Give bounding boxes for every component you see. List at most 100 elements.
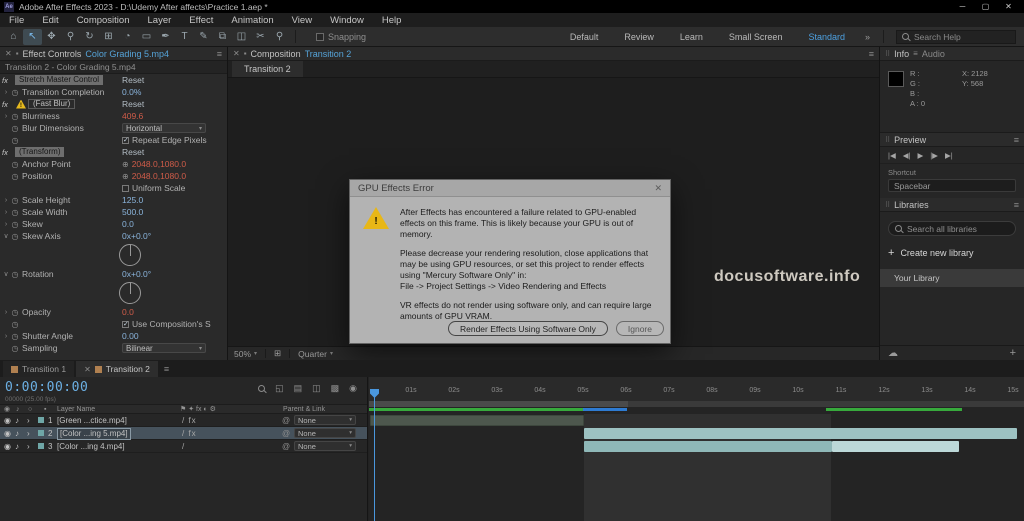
layer-name[interactable]: [Color ...ing 4.mp4] xyxy=(57,440,125,453)
reset-button[interactable]: Reset xyxy=(122,75,144,85)
pan-camera-tool[interactable]: ⊞ xyxy=(99,29,118,45)
pen-tool[interactable]: ✒ xyxy=(156,29,175,45)
zoom-dropdown[interactable]: 50% ▾ xyxy=(234,349,257,359)
close-icon[interactable]: ✕ xyxy=(84,365,91,374)
resolution-dropdown[interactable]: Quarter ▾ xyxy=(298,349,333,359)
workspace-small-screen[interactable]: Small Screen xyxy=(716,32,796,42)
stopwatch-icon[interactable]: ◷ xyxy=(10,308,20,317)
current-time-display[interactable]: 0:00:00:00 xyxy=(5,380,88,395)
dolly-camera-tool[interactable]: ◔ xyxy=(118,29,137,45)
twirl-icon[interactable]: › xyxy=(27,427,30,440)
menu-item-effect[interactable]: Effect xyxy=(180,15,222,26)
panel-close-icon[interactable]: ✕ xyxy=(5,49,12,58)
property-dropdown[interactable]: Bilinear ▾ xyxy=(122,343,206,353)
last-frame-button[interactable]: ▶| xyxy=(945,151,953,160)
property-value[interactable]: 0.00 xyxy=(122,331,139,341)
maximize-button[interactable]: ▢ xyxy=(974,2,997,11)
orbit-camera-tool[interactable]: ↻ xyxy=(80,29,99,45)
timeline-search-icon[interactable] xyxy=(258,385,266,392)
frame-blending-icon[interactable]: ▩ xyxy=(331,383,340,394)
eye-icon[interactable]: ◉ xyxy=(4,414,11,427)
menu-item-animation[interactable]: Animation xyxy=(222,15,282,26)
property-dropdown[interactable]: Horizontal ▾ xyxy=(122,123,206,133)
property-value[interactable]: 409.6 xyxy=(122,111,143,121)
menu-item-file[interactable]: File xyxy=(0,15,33,26)
twirl-icon[interactable]: › xyxy=(2,333,10,340)
work-area-segment[interactable] xyxy=(369,401,628,407)
workspace-overflow-icon[interactable]: » xyxy=(858,32,877,42)
panel-menu-icon[interactable]: ≡ xyxy=(164,364,169,374)
hand-tool[interactable]: ✥ xyxy=(42,29,61,45)
dialog-close-icon[interactable]: ✕ xyxy=(654,183,662,194)
twirl-icon[interactable]: › xyxy=(2,89,10,96)
panel-menu-icon[interactable]: ≡ xyxy=(869,49,874,59)
first-frame-button[interactable]: |◀ xyxy=(888,151,896,160)
stopwatch-icon[interactable]: ◷ xyxy=(10,172,20,181)
home-tool[interactable]: ⌂ xyxy=(4,29,23,45)
twirl-icon[interactable]: › xyxy=(2,209,10,216)
layer-color-label[interactable] xyxy=(38,417,44,423)
parent-link-dropdown[interactable]: None ▾ xyxy=(294,415,356,425)
zoom-tool[interactable]: ⚲ xyxy=(61,29,80,45)
menu-item-help[interactable]: Help xyxy=(373,15,411,26)
eraser-tool[interactable]: ◫ xyxy=(232,29,251,45)
twirl-icon[interactable]: › xyxy=(2,221,10,228)
checkbox[interactable]: ✓ xyxy=(122,320,129,328)
layer-row-2[interactable]: ◉ ♪ › 2 [Color ...ing 5.mp4] / fx @ None ▾ xyxy=(0,427,367,440)
playhead-line[interactable] xyxy=(374,389,375,521)
stopwatch-icon[interactable]: ◷ xyxy=(10,220,20,229)
property-value[interactable]: 2048.0,1080.0 xyxy=(132,159,186,169)
layer-bar-1[interactable] xyxy=(370,415,584,426)
layer-name[interactable]: [Color ...ing 5.mp4] xyxy=(57,428,131,440)
pickwhip-icon[interactable]: @ xyxy=(282,414,290,427)
minimize-button[interactable]: ─ xyxy=(951,2,974,11)
shy-layers-icon[interactable]: ◫ xyxy=(312,383,321,394)
layer-color-label[interactable] xyxy=(38,430,44,436)
work-area-bar[interactable] xyxy=(369,401,1024,407)
stopwatch-icon[interactable]: ◷ xyxy=(10,270,20,279)
audio-icon[interactable]: ♪ xyxy=(15,414,19,427)
menu-item-view[interactable]: View xyxy=(283,15,321,26)
motion-blur-icon[interactable]: ◉ xyxy=(349,383,357,394)
parent-link-dropdown[interactable]: None ▾ xyxy=(294,428,356,438)
parent-link-column-label[interactable]: Parent & Link xyxy=(283,405,325,414)
clone-stamp-tool[interactable]: ⧉ xyxy=(213,29,232,45)
stopwatch-icon[interactable]: ◷ xyxy=(10,320,20,329)
property-value[interactable]: 0.0 xyxy=(122,307,134,317)
twirl-icon[interactable]: › xyxy=(2,113,10,120)
property-value[interactable]: 2048.0,1080.0 xyxy=(132,171,186,181)
effect-name[interactable]: Stretch Master Control xyxy=(15,75,104,85)
previous-frame-button[interactable]: ◀| xyxy=(903,151,911,160)
twirl-icon[interactable]: › xyxy=(27,440,30,453)
layer-name[interactable]: [Green ...ctice.mp4] xyxy=(57,414,127,427)
create-new-library-button[interactable]: + Create new library xyxy=(888,247,1016,259)
menu-item-composition[interactable]: Composition xyxy=(68,15,139,26)
effect-name[interactable]: (Transform) xyxy=(15,147,65,157)
layer-bar-3[interactable] xyxy=(584,441,832,452)
rotation-dial[interactable] xyxy=(119,282,141,304)
draft-3d-icon[interactable]: ▤ xyxy=(294,383,303,394)
layer-switches[interactable]: / fx xyxy=(182,414,197,427)
layer-row-3[interactable]: ◉ ♪ › 3 [Color ...ing 4.mp4] / @ None ▾ xyxy=(0,440,367,453)
panel-menu-icon[interactable]: ≡ xyxy=(913,49,918,58)
stopwatch-icon[interactable]: ◷ xyxy=(10,344,20,353)
property-value[interactable]: 0.0% xyxy=(122,87,141,97)
stopwatch-icon[interactable]: ◷ xyxy=(10,124,20,133)
property-value[interactable]: 500.0 xyxy=(122,207,143,217)
audio-icon[interactable]: ♪ xyxy=(15,427,19,440)
roto-brush-tool[interactable]: ✂ xyxy=(251,29,270,45)
pickwhip-icon[interactable]: @ xyxy=(282,427,290,440)
play-button[interactable]: ▶ xyxy=(917,151,923,160)
panel-menu-icon[interactable]: ≡ xyxy=(1014,200,1019,210)
mask-shape-tool[interactable]: ▭ xyxy=(137,29,156,45)
panel-menu-icon[interactable]: ≡ xyxy=(1014,135,1019,145)
composition-tab-title[interactable]: Composition xyxy=(251,49,301,59)
layer-color-label[interactable] xyxy=(38,443,44,449)
stopwatch-icon[interactable]: ◷ xyxy=(10,160,20,169)
tab-info[interactable]: Info xyxy=(894,49,909,59)
property-value[interactable]: 125.0 xyxy=(122,195,143,205)
workspace-review[interactable]: Review xyxy=(611,32,667,42)
composition-viewport[interactable]: docusoftware.info GPU Effects Error ✕ ! … xyxy=(228,78,879,346)
parent-link-dropdown[interactable]: None ▾ xyxy=(294,441,356,451)
type-tool[interactable]: T xyxy=(175,29,194,45)
